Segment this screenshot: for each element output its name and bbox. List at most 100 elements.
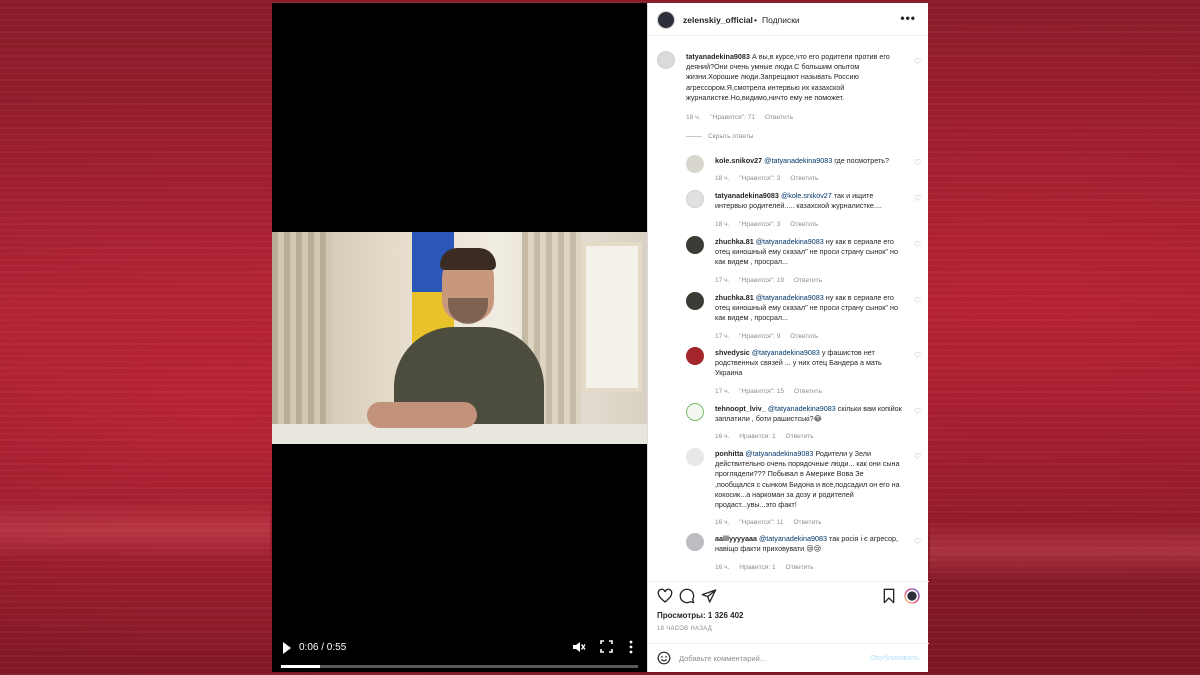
- avatar[interactable]: [686, 347, 704, 365]
- like-heart-icon[interactable]: ♡: [914, 194, 921, 203]
- like-heart-icon[interactable]: ♡: [914, 407, 921, 416]
- reply-button[interactable]: Ответить: [765, 114, 793, 121]
- avatar[interactable]: [686, 190, 704, 208]
- hide-replies-line: [686, 135, 702, 137]
- share-icon[interactable]: [701, 588, 717, 604]
- comment-likes[interactable]: "Нравится": 11: [739, 519, 783, 526]
- bookmark-icon[interactable]: [881, 588, 897, 604]
- comment-likes[interactable]: "Нравится": 15: [739, 388, 784, 395]
- comment-username[interactable]: zhuchka.81: [715, 237, 754, 246]
- story-avatar-icon[interactable]: [904, 588, 920, 604]
- comment-username[interactable]: zhuchka.81: [715, 293, 754, 302]
- comment-meta: 16 ч. Нравится: 1 Ответить: [715, 433, 822, 440]
- play-icon[interactable]: [282, 641, 292, 655]
- reply-button[interactable]: Ответить: [790, 175, 818, 182]
- fullscreen-icon[interactable]: [600, 640, 613, 653]
- comment-username[interactable]: kole.snikov27: [715, 156, 762, 165]
- hide-replies-button[interactable]: Скрыть ответы: [686, 133, 754, 140]
- like-heart-icon[interactable]: ♡: [914, 240, 921, 249]
- comment-likes[interactable]: "Нравится": 9: [739, 333, 780, 340]
- like-heart-icon[interactable]: ♡: [914, 158, 921, 167]
- background-glow-left: [0, 500, 270, 560]
- avatar[interactable]: [686, 236, 704, 254]
- like-heart-icon[interactable]: ♡: [914, 57, 921, 66]
- comment-mention[interactable]: @tatyanadekina9083: [752, 348, 820, 357]
- comment-likes[interactable]: "Нравится": 3: [739, 221, 780, 228]
- person-beard: [448, 298, 488, 324]
- comments-list[interactable]: tatyanadekina9083 А вы,в курсе,что его р…: [648, 37, 929, 577]
- video-progress-track[interactable]: [281, 665, 638, 668]
- avatar[interactable]: [686, 155, 704, 173]
- avatar[interactable]: [686, 403, 704, 421]
- comment-meta: 18 ч. "Нравится": 3 Ответить: [715, 221, 826, 228]
- comment-username[interactable]: tehnoopt_lviv_: [715, 404, 766, 413]
- comment-mention[interactable]: @tatyanadekina9083: [756, 237, 824, 246]
- comment-time: 18 ч.: [686, 114, 701, 121]
- comment-likes[interactable]: Нравится: 1: [739, 564, 775, 571]
- video-player[interactable]: 0:06 / 0:55: [272, 3, 647, 672]
- comment-likes[interactable]: Нравится: 1: [739, 433, 775, 440]
- reply-button[interactable]: Ответить: [790, 221, 818, 228]
- person-hair: [440, 248, 496, 270]
- like-heart-icon[interactable]: ♡: [914, 351, 921, 360]
- comment-time: 18 ч.: [715, 175, 730, 182]
- comment-meta: 16 ч. "Нравится": 11 Ответить: [715, 519, 830, 526]
- publish-button[interactable]: Опубликовать: [870, 653, 919, 662]
- comment-time: 16 ч.: [715, 519, 730, 526]
- person-arm: [367, 402, 477, 428]
- comment-mention[interactable]: @tatyanadekina9083: [768, 404, 836, 413]
- comment-text: zhuchka.81 @tatyanadekina9083 ну как в с…: [715, 237, 905, 268]
- comment-username[interactable]: ponhitta: [715, 449, 743, 458]
- background-glow-right: [930, 520, 1200, 580]
- comment-body: где посмотреть?: [834, 156, 890, 165]
- comment-icon[interactable]: [679, 588, 695, 604]
- more-options-icon[interactable]: •••: [900, 11, 916, 25]
- comment-mention[interactable]: @tatyanadekina9083: [759, 534, 827, 543]
- comment-mention[interactable]: @tatyanadekina9083: [745, 449, 813, 458]
- reply-button[interactable]: Ответить: [790, 333, 818, 340]
- avatar[interactable]: [657, 51, 675, 69]
- reply-button[interactable]: Ответить: [786, 564, 814, 571]
- comment-likes[interactable]: "Нравится": 71: [710, 114, 755, 121]
- reply-button[interactable]: Ответить: [794, 388, 822, 395]
- following-button[interactable]: Подписки: [762, 15, 800, 25]
- comment-likes[interactable]: "Нравится": 19: [739, 277, 784, 284]
- emoji-icon[interactable]: [657, 651, 671, 665]
- comment-text: zhuchka.81 @tatyanadekina9083 ну как в с…: [715, 293, 905, 324]
- comment-likes[interactable]: "Нравится": 3: [739, 175, 780, 182]
- reply-button[interactable]: Ответить: [793, 519, 821, 526]
- comment-time: 17 ч.: [715, 388, 730, 395]
- post-header: zelenskiy_official • Подписки •••: [648, 3, 928, 36]
- comment-meta: 17 ч. "Нравится": 19 Ответить: [715, 277, 830, 284]
- mute-icon[interactable]: [572, 640, 586, 654]
- more-icon[interactable]: [628, 640, 634, 654]
- comment-username[interactable]: tatyanadekina9083: [686, 52, 750, 61]
- comment-mention[interactable]: @kole.snikov27: [781, 191, 832, 200]
- reply-button[interactable]: Ответить: [786, 433, 814, 440]
- comment-username[interactable]: shvedysic: [715, 348, 750, 357]
- comment-time: 16 ч.: [715, 433, 730, 440]
- comment-mention[interactable]: @tatyanadekina9083: [756, 293, 824, 302]
- comment-mention[interactable]: @tatyanadekina9083: [764, 156, 832, 165]
- comment-username[interactable]: tatyanadekina9083: [715, 191, 779, 200]
- like-heart-icon[interactable]: ♡: [914, 537, 921, 546]
- post-username[interactable]: zelenskiy_official: [683, 15, 753, 25]
- comment-time: 16 ч.: [715, 564, 730, 571]
- comment-text: ponhitta @tatyanadekina9083 Родители у З…: [715, 449, 905, 510]
- separator-dot: •: [754, 15, 757, 25]
- reply-button[interactable]: Ответить: [794, 277, 822, 284]
- comment-input[interactable]: [679, 651, 869, 665]
- comment-text: aalllyyyyaaa @tatyanadekina9083 так росі…: [715, 534, 905, 554]
- avatar[interactable]: [686, 292, 704, 310]
- avatar[interactable]: [686, 448, 704, 466]
- avatar[interactable]: [657, 11, 675, 29]
- avatar[interactable]: [686, 533, 704, 551]
- post-panel: zelenskiy_official • Подписки ••• tatyan…: [647, 3, 929, 672]
- comment-text: tehnoopt_lviv_ @tatyanadekina9083 скільк…: [715, 404, 905, 424]
- heart-icon[interactable]: [657, 588, 673, 604]
- comment-username[interactable]: aalllyyyyaaa: [715, 534, 757, 543]
- curtain-left: [272, 232, 332, 444]
- like-heart-icon[interactable]: ♡: [914, 296, 921, 305]
- like-heart-icon[interactable]: ♡: [914, 452, 921, 461]
- comment-time: 18 ч.: [715, 221, 730, 228]
